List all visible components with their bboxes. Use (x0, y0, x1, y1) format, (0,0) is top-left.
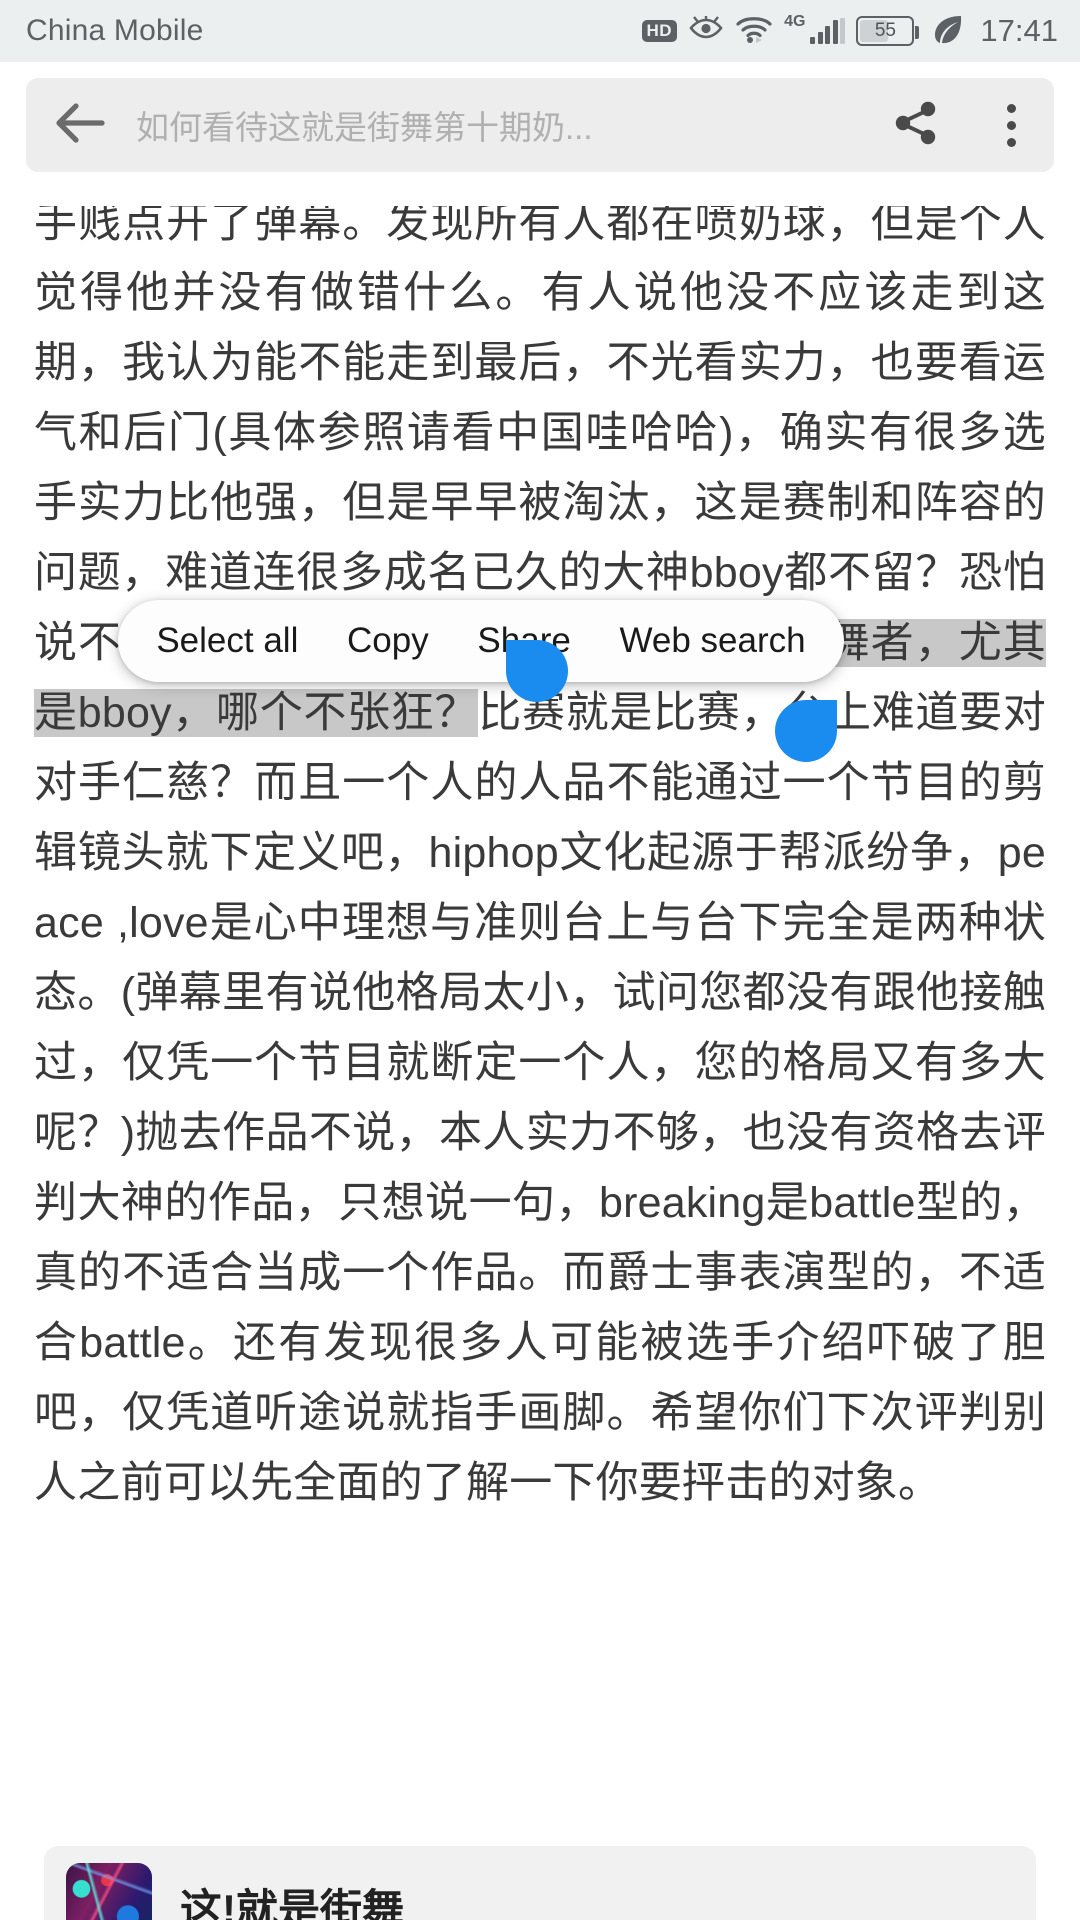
article-paragraph[interactable]: 手贱点开了弹幕。发现所有人都在喷奶球，但是个人觉得他并没有做错什么。有人说他没不… (34, 188, 1046, 1518)
context-menu-item-copy[interactable]: Copy (339, 621, 437, 661)
carrier-label: China Mobile (26, 14, 204, 47)
text-selection-context-menu: Select all Copy Share Web search (118, 600, 844, 682)
navigation-bar: 如何看待这就是街舞第十期奶... (0, 62, 1080, 188)
article-text-after-selection: 比赛就是比赛，台上难道要对对手仁慈？而且一个人的人品不能通过一个节目的剪辑镜头就… (34, 689, 1046, 1507)
context-menu-item-web-search[interactable]: Web search (612, 621, 814, 661)
overflow-menu-button[interactable] (968, 78, 1054, 172)
back-arrow-icon (54, 100, 108, 151)
wifi-icon (735, 14, 773, 49)
article-text-before-selection: 手贱点开了弹幕。发现所有人都在喷奶球，但是个人觉得他并没有做错什么。有人说他没不… (34, 199, 1046, 667)
leaf-icon (931, 13, 965, 50)
hd-icon: HD (641, 20, 678, 42)
battery-icon: 55 (856, 16, 920, 46)
screen-root: China Mobile HD 4G 55 17:41 如何看待这就是街舞第十期… (0, 0, 1080, 1920)
context-menu-item-select-all[interactable]: Select all (148, 621, 306, 661)
share-button[interactable] (864, 78, 968, 172)
signal-icon (810, 18, 846, 44)
status-bar: China Mobile HD 4G 55 17:41 (0, 0, 1080, 62)
show-thumbnail (66, 1863, 152, 1920)
related-show-card[interactable]: 这!就是街舞 (44, 1846, 1036, 1920)
search-bar[interactable]: 如何看待这就是街舞第十期奶... (26, 78, 1054, 172)
clock-label: 17:41 (980, 13, 1058, 48)
back-button[interactable] (26, 78, 136, 172)
show-title: 这!就是街舞 (180, 1885, 404, 1920)
search-input[interactable]: 如何看待这就是街舞第十期奶... (136, 101, 864, 149)
article-content[interactable]: 手贱点开了弹幕。发现所有人都在喷奶球，但是个人觉得他并没有做错什么。有人说他没不… (0, 188, 1080, 1920)
share-icon (891, 98, 941, 153)
overflow-menu-icon (1006, 103, 1016, 147)
selection-handle-start[interactable] (506, 640, 568, 702)
selection-handle-end[interactable] (775, 700, 837, 762)
network-type-label: 4G (784, 12, 806, 30)
content-top-mask (0, 188, 1080, 206)
status-icon-group: HD 4G 55 17:41 (641, 12, 1058, 50)
eye-icon (688, 15, 724, 48)
battery-level-label: 55 (874, 20, 896, 41)
